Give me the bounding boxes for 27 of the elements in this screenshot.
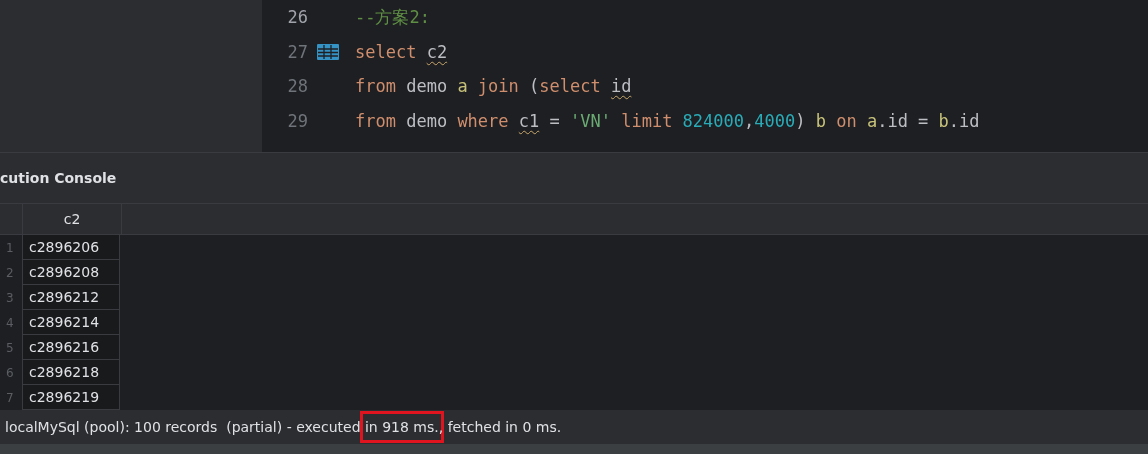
column-header[interactable]: c2: [23, 204, 122, 234]
table-icon[interactable]: [316, 42, 340, 61]
table-cell: c2896219: [22, 385, 120, 410]
row-number: 2: [5, 264, 15, 282]
table-cell: c2896218: [22, 360, 120, 385]
code-line: select c2: [355, 40, 448, 64]
row-number: 7: [5, 389, 15, 407]
status-text: , fetched in 0 ms.: [438, 418, 562, 437]
table-cell: c2896216: [22, 335, 120, 360]
row-number: 1: [5, 239, 15, 257]
line-number: 29: [286, 110, 308, 131]
code-line: from demo a join (select id: [355, 75, 632, 99]
line-number: 27: [286, 41, 308, 62]
table-cell: c2896208: [22, 260, 120, 285]
panel-title: cution Console: [0, 170, 117, 186]
code-line: --方案2:: [355, 6, 430, 30]
row-number: 5: [5, 339, 15, 357]
line-number: 26: [286, 7, 308, 28]
status-text: localMySql (pool): 100 records (partial) - executed: [5, 418, 362, 437]
table-cell: c2896206: [22, 235, 120, 260]
line-number: 28: [286, 76, 308, 97]
row-number: 3: [5, 289, 15, 307]
table-cell: c2896212: [22, 285, 120, 310]
row-number: 4: [5, 314, 15, 332]
row-number: 6: [5, 364, 15, 382]
code-line: from demo where c1 = 'VN' limit 824000,4000) b on a.id = b.id: [355, 109, 980, 133]
table-cell: c2896214: [22, 310, 120, 335]
